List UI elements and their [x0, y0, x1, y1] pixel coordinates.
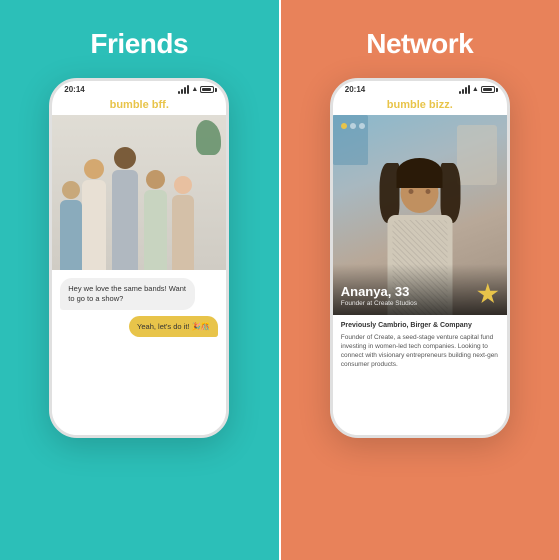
profile-subtitle: Previously Cambrio, Birger & Company [341, 321, 499, 331]
person-5 [172, 176, 194, 270]
profile-photo-bg: Ananya, 33 Founder at Create Studios [333, 115, 507, 315]
profile-overlay: Ananya, 33 Founder at Create Studios [333, 264, 507, 315]
dot-2 [359, 123, 365, 129]
head-2 [84, 159, 104, 179]
received-text: Hey we love the same bands! Want to go t… [68, 284, 186, 303]
office-bg [457, 125, 497, 185]
body-2 [82, 180, 106, 270]
app-header-left: bumble bff. [52, 96, 226, 115]
body-4 [144, 190, 167, 270]
head-3 [114, 147, 136, 169]
person-1 [60, 181, 82, 270]
head-1 [62, 181, 80, 199]
status-bar-right: 20:14 ▲ [333, 81, 507, 96]
wifi-icon-right: ▲ [472, 86, 479, 93]
friends-phone: 20:14 ▲ bumble bff. [49, 78, 229, 438]
profile-title: Founder at Create Studios [341, 300, 499, 307]
dot-1 [350, 123, 356, 129]
person-3 [112, 147, 138, 270]
eye-right [426, 189, 431, 194]
status-time-left: 20:14 [64, 85, 84, 94]
status-bar-left: 20:14 ▲ [52, 81, 226, 96]
sent-text: Yeah, let's do it! 🎉🎊 [137, 322, 210, 331]
friends-photo-bg [52, 115, 226, 270]
battery-icon-right [481, 86, 495, 93]
status-icons-right: ▲ [459, 86, 495, 94]
profile-bio: Founder of Create, a seed-stage venture … [341, 333, 499, 369]
battery-icon [200, 86, 214, 93]
body-1 [60, 200, 82, 270]
friends-photo [52, 115, 226, 270]
app-header-right: bumble bizz. [333, 96, 507, 115]
person-4 [144, 170, 167, 270]
body-5 [172, 195, 194, 270]
hair-top [397, 158, 443, 188]
app-name-left: bumble bff. [110, 99, 169, 111]
head-4 [146, 170, 165, 189]
hair-right [440, 163, 460, 223]
network-panel: Network 20:14 ▲ bumble bizz. [281, 0, 559, 560]
eye-left [409, 189, 414, 194]
status-icons-left: ▲ [178, 86, 214, 94]
wifi-icon: ▲ [191, 86, 198, 93]
friends-panel: Friends 20:14 ▲ bumble bff. [0, 0, 279, 560]
dots-indicator [341, 123, 365, 129]
head-5 [174, 176, 192, 194]
sent-bubble: Yeah, let's do it! 🎉🎊 [129, 316, 218, 338]
signal-icon-right [459, 86, 470, 94]
body-3 [112, 170, 138, 270]
friends-title: Friends [90, 28, 188, 60]
received-bubble: Hey we love the same bands! Want to go t… [60, 278, 194, 310]
chat-area: Hey we love the same bands! Want to go t… [52, 270, 226, 435]
profile-photo: Ananya, 33 Founder at Create Studios [333, 115, 507, 315]
network-title: Network [366, 28, 473, 60]
app-name-right: bumble bizz. [387, 99, 453, 111]
network-phone: 20:14 ▲ bumble bizz. [330, 78, 510, 438]
person-2 [82, 159, 106, 270]
signal-icon [178, 86, 189, 94]
profile-name: Ananya, 33 [341, 284, 499, 299]
status-time-right: 20:14 [345, 85, 365, 94]
profile-info: Previously Cambrio, Birger & Company Fou… [333, 315, 507, 435]
dot-active [341, 123, 347, 129]
